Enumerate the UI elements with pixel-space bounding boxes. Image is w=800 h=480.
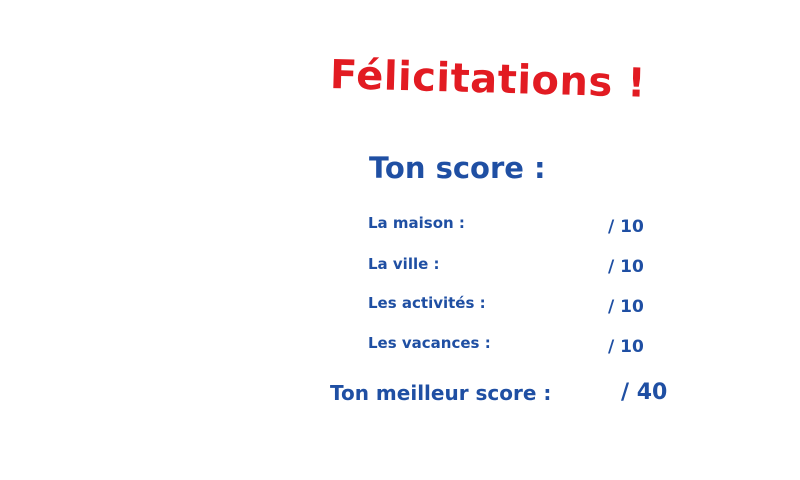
score-value-ville: / 10 [608, 257, 644, 277]
score-label-ville: La ville : [368, 255, 440, 273]
best-score-value: / 40 [621, 380, 668, 405]
score-label-activites: Les activités : [368, 294, 486, 312]
score-value-activites: / 10 [608, 297, 644, 317]
score-label-maison: La maison : [368, 214, 465, 232]
congratulations-title: Félicitations ! [329, 52, 647, 107]
score-heading: Ton score : [369, 151, 546, 185]
best-score-label: Ton meilleur score : [330, 381, 552, 405]
score-value-maison: / 10 [608, 217, 644, 237]
score-value-vacances: / 10 [608, 337, 644, 357]
score-label-vacances: Les vacances : [368, 334, 491, 352]
results-screen: Félicitations ! Ton score : La maison : … [0, 0, 800, 480]
